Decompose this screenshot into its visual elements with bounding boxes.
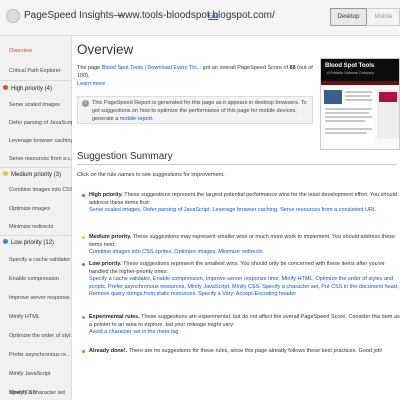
sidebar-header-medium-label: Medium priority (3) [11, 172, 62, 178]
main-content: Overview The page Blood Spot Tools | Dow… [72, 36, 400, 400]
summary-done-label: Already done!. [89, 348, 128, 354]
divider [77, 164, 397, 165]
header-bar: PageSpeed Insights— www.tools-bloodspot.… [0, 0, 400, 36]
thumbnail-text-line [345, 95, 370, 97]
thumbnail-subtitle: A Portable Software Company [327, 71, 374, 75]
thumbnail-text-line [325, 116, 372, 118]
sidebar-item-overview[interactable]: Overview [0, 48, 72, 54]
sidebar-item-serve-scaled-images[interactable]: Serve scaled images [0, 102, 72, 108]
high-priority-dot-icon [3, 85, 8, 90]
info-icon: i [82, 100, 89, 107]
desktop-button[interactable]: Desktop [330, 8, 367, 26]
learn-more-link[interactable]: Learn more [77, 81, 105, 87]
summary-medium-label: Medium priority. [89, 234, 132, 240]
sidebar-item-minimize-redirects[interactable]: Minimize redirects [0, 224, 72, 230]
done-bullet-icon [82, 350, 85, 353]
sidebar-item-combine-images[interactable]: Combine images into CSS ... [0, 187, 72, 193]
summary-high: High priority. These suggestions represe… [82, 192, 400, 215]
thumbnail-text-line [325, 132, 367, 134]
app-title: PageSpeed Insights— [24, 10, 124, 21]
high-bullet-icon [82, 194, 85, 197]
summary-done-text: There are no suggestions for these rules… [127, 348, 383, 354]
page-screenshot-thumbnail: Blood Spot Tools A Portable Software Com… [320, 58, 400, 150]
thumbnail-image [324, 90, 342, 104]
summary-lead: Click on the rule names to see suggestio… [77, 172, 225, 178]
mobile-report-link[interactable]: mobile report [120, 116, 152, 122]
thumbnail-sidebar-image [379, 92, 397, 102]
sidebar-header-high-label: High priority (4) [11, 86, 53, 92]
summary-experimental-links[interactable]: Avoid a character set in the meta tag [89, 329, 178, 335]
thumbnail-text-line [345, 91, 372, 93]
low-bullet-icon [82, 263, 85, 266]
overview-intro: The page Blood Spot Tools | Download Eve… [77, 64, 317, 88]
summary-done: Already done!. There are no suggestions … [82, 348, 400, 356]
sidebar-header-medium[interactable]: Medium priority (3) [0, 171, 72, 178]
info-box: i This PageSpeed Report is generated for… [77, 96, 313, 124]
medium-priority-dot-icon [3, 171, 8, 176]
sidebar-header-low[interactable]: Low priority (12) [0, 239, 72, 246]
page-title: Overview [77, 42, 134, 57]
sidebar-item-prefer-async[interactable]: Prefer asynchronous re... [0, 352, 72, 358]
sidebar: Overview Critical Path Explorer High pri… [0, 36, 72, 400]
page-link[interactable]: Blood Spot Tools | Download Every Thi... [102, 65, 201, 71]
sidebar-header-high[interactable]: High priority (4) [0, 85, 72, 92]
sidebar-item-character-set[interactable]: Specify a character set [0, 390, 72, 396]
sidebar-item-server-response[interactable]: Improve server response ... [0, 295, 72, 301]
summary-low: Low priority. These suggestions represen… [82, 261, 400, 309]
sidebar-item-enable-compression[interactable]: Enable compression [0, 276, 72, 282]
summary-medium-links[interactable]: Combine images into CSS sprites, Optimiz… [89, 249, 263, 255]
thumbnail-text-line [325, 112, 369, 114]
info-end: . [151, 116, 154, 122]
experimental-bullet-icon [82, 316, 85, 319]
sidebar-divider [0, 167, 72, 168]
sidebar-item-optimize-images[interactable]: Optimize images [0, 206, 72, 212]
mobile-button[interactable]: Mobile [368, 8, 400, 26]
sidebar-divider [0, 235, 72, 236]
thumbnail-text-line [325, 128, 372, 130]
summary-medium-text: These suggestions may represent smaller … [89, 234, 396, 248]
site-url: www.tools-bloodspot.blogspot.com/ [118, 10, 275, 21]
summary-high-links[interactable]: Serve scaled images, Defer parsing of Ja… [89, 207, 376, 213]
pagespeed-logo-icon [6, 9, 20, 23]
summary-experimental-label: Experimental rules. [89, 314, 140, 320]
intro-prefix: The page [77, 65, 102, 71]
summary-high-label: High priority. [89, 192, 123, 198]
thumbnail-nav [321, 81, 399, 85]
low-priority-dot-icon [3, 239, 8, 244]
summary-medium: Medium priority. These suggestions may r… [82, 234, 400, 257]
sidebar-item-leverage-caching[interactable]: Leverage browser caching [0, 138, 72, 144]
thumbnail-text-line [325, 108, 372, 110]
sidebar-item-cache-validator[interactable]: Specify a cache validator [0, 257, 72, 263]
summary-experimental: Experimental rules. These suggestions ar… [82, 314, 400, 337]
sidebar-divider [0, 80, 72, 81]
sidebar-item-serve-resources[interactable]: Serve resources from a c... [0, 156, 72, 162]
sidebar-item-critical-path[interactable]: Critical Path Explorer [0, 68, 72, 74]
thumbnail-text-line [345, 99, 372, 101]
edit-link[interactable]: Edit [208, 14, 218, 20]
summary-high-text: These suggestions represent the largest … [89, 192, 397, 206]
sidebar-item-optimize-order[interactable]: Optimize the order of styl... [0, 333, 72, 339]
summary-low-links[interactable]: Specify a cache validator, Enable compre… [89, 276, 398, 297]
sidebar-item-defer-parsing-js[interactable]: Defer parsing of JavaScript [0, 120, 72, 126]
medium-bullet-icon [82, 236, 85, 239]
thumbnail-text-line [325, 120, 365, 122]
sidebar-header-low-label: Low priority (12) [11, 240, 55, 246]
summary-low-text: These suggestions represent the smallest… [89, 261, 385, 275]
summary-low-label: Low priority. [89, 261, 122, 267]
info-text: This PageSpeed Report is generated for t… [92, 99, 310, 123]
sidebar-item-minify-javascript[interactable]: Minify JavaScript [0, 371, 72, 377]
thumbnail-title: Blood Spot Tools [325, 63, 375, 69]
sidebar-item-minify-html[interactable]: Minify HTML [0, 314, 72, 320]
intro-mid: got an overall PageSpeed Score of [201, 65, 290, 71]
suggestion-summary-title: Suggestion Summary [77, 151, 173, 162]
